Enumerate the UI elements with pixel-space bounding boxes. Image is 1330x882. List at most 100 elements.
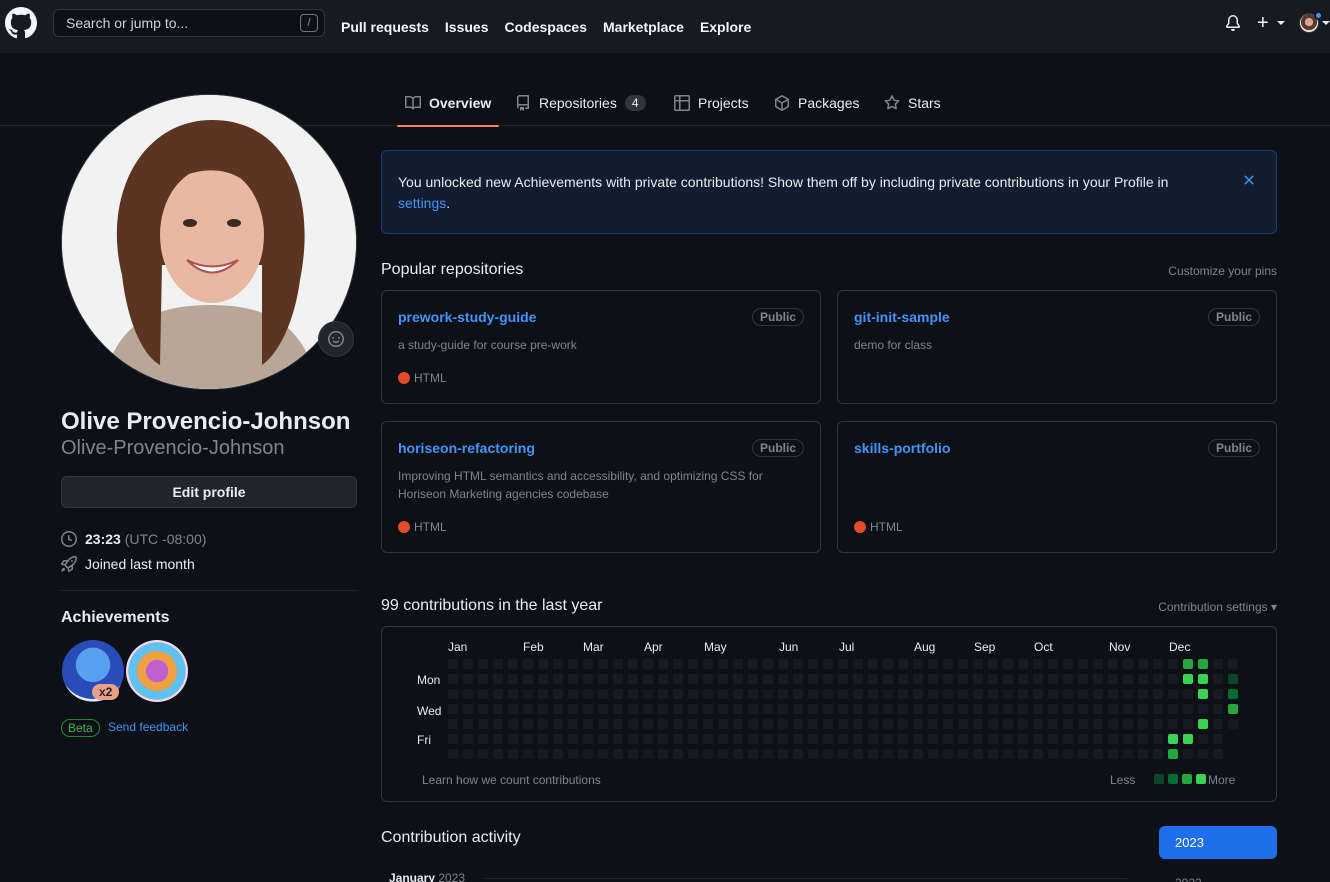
contribution-day-cell[interactable] [823, 674, 833, 684]
contribution-day-cell[interactable] [1078, 659, 1088, 669]
contribution-day-cell[interactable] [463, 719, 473, 729]
contribution-day-cell[interactable] [613, 719, 623, 729]
contribution-day-cell[interactable] [538, 734, 548, 744]
contribution-day-cell[interactable] [1213, 734, 1223, 744]
contribution-day-cell[interactable] [1063, 704, 1073, 714]
customize-pins-link[interactable]: Customize your pins [1168, 264, 1277, 278]
tab-packages[interactable]: Packages [774, 80, 859, 126]
contribution-day-cell[interactable] [1093, 674, 1103, 684]
contribution-day-cell[interactable] [1018, 704, 1028, 714]
contribution-day-cell[interactable] [583, 659, 593, 669]
contribution-day-cell[interactable] [553, 704, 563, 714]
contribution-day-cell[interactable] [1138, 749, 1148, 759]
contribution-day-cell[interactable] [733, 704, 743, 714]
contribution-day-cell[interactable] [898, 674, 908, 684]
contribution-day-cell[interactable] [523, 674, 533, 684]
contribution-day-cell[interactable] [538, 704, 548, 714]
contribution-day-cell[interactable] [1228, 704, 1238, 714]
contribution-day-cell[interactable] [973, 659, 983, 669]
contribution-day-cell[interactable] [748, 689, 758, 699]
contribution-day-cell[interactable] [1018, 689, 1028, 699]
contribution-day-cell[interactable] [853, 659, 863, 669]
contribution-day-cell[interactable] [1048, 659, 1058, 669]
contribution-day-cell[interactable] [1183, 749, 1193, 759]
contribution-day-cell[interactable] [853, 689, 863, 699]
contribution-day-cell[interactable] [448, 674, 458, 684]
contribution-day-cell[interactable] [838, 719, 848, 729]
contribution-day-cell[interactable] [1228, 689, 1238, 699]
contribution-day-cell[interactable] [928, 734, 938, 744]
contribution-day-cell[interactable] [478, 674, 488, 684]
contribution-day-cell[interactable] [583, 674, 593, 684]
contribution-day-cell[interactable] [1168, 734, 1178, 744]
contribution-day-cell[interactable] [943, 659, 953, 669]
contribution-day-cell[interactable] [538, 659, 548, 669]
contribution-day-cell[interactable] [658, 749, 668, 759]
contribution-day-cell[interactable] [568, 659, 578, 669]
contribution-day-cell[interactable] [688, 749, 698, 759]
contribution-day-cell[interactable] [778, 734, 788, 744]
contribution-day-cell[interactable] [1138, 719, 1148, 729]
contribution-day-cell[interactable] [1018, 719, 1028, 729]
search-input[interactable]: Search or jump to... / [53, 9, 325, 37]
contribution-day-cell[interactable] [763, 704, 773, 714]
contribution-day-cell[interactable] [1078, 734, 1088, 744]
contribution-day-cell[interactable] [1048, 704, 1058, 714]
contribution-day-cell[interactable] [943, 704, 953, 714]
contribution-day-cell[interactable] [703, 659, 713, 669]
contribution-day-cell[interactable] [688, 689, 698, 699]
contribution-day-cell[interactable] [688, 719, 698, 729]
contribution-day-cell[interactable] [778, 674, 788, 684]
contribution-day-cell[interactable] [928, 689, 938, 699]
nav-explore[interactable]: Explore [700, 19, 751, 35]
contribution-day-cell[interactable] [1033, 674, 1043, 684]
contribution-day-cell[interactable] [988, 659, 998, 669]
contribution-settings-dropdown[interactable]: Contribution settings ▾ [1158, 600, 1277, 614]
contribution-day-cell[interactable] [478, 689, 488, 699]
contribution-day-cell[interactable] [1033, 689, 1043, 699]
contribution-day-cell[interactable] [1138, 674, 1148, 684]
contribution-day-cell[interactable] [703, 704, 713, 714]
contribution-day-cell[interactable] [553, 734, 563, 744]
contribution-day-cell[interactable] [913, 659, 923, 669]
contribution-day-cell[interactable] [1213, 719, 1223, 729]
contribution-day-cell[interactable] [748, 659, 758, 669]
contribution-day-cell[interactable] [523, 704, 533, 714]
contribution-day-cell[interactable] [598, 734, 608, 744]
contribution-day-cell[interactable] [838, 704, 848, 714]
contribution-day-cell[interactable] [1123, 689, 1133, 699]
contribution-day-cell[interactable] [928, 749, 938, 759]
notifications-bell-icon[interactable] [1225, 15, 1241, 31]
contribution-day-cell[interactable] [958, 689, 968, 699]
contribution-day-cell[interactable] [688, 674, 698, 684]
contribution-day-cell[interactable] [1048, 734, 1058, 744]
contribution-day-cell[interactable] [838, 734, 848, 744]
contribution-day-cell[interactable] [673, 674, 683, 684]
tab-repositories[interactable]: Repositories 4 [515, 80, 646, 126]
contribution-day-cell[interactable] [538, 719, 548, 729]
contribution-day-cell[interactable] [1078, 704, 1088, 714]
contribution-day-cell[interactable] [1123, 719, 1133, 729]
contribution-day-cell[interactable] [1018, 674, 1028, 684]
contribution-day-cell[interactable] [1108, 704, 1118, 714]
contribution-day-cell[interactable] [448, 689, 458, 699]
contribution-day-cell[interactable] [463, 734, 473, 744]
contribution-day-cell[interactable] [1213, 689, 1223, 699]
contribution-day-cell[interactable] [883, 674, 893, 684]
contribution-day-cell[interactable] [1198, 674, 1208, 684]
contribution-day-cell[interactable] [838, 674, 848, 684]
contribution-day-cell[interactable] [793, 659, 803, 669]
repo-name-link[interactable]: horiseon-refactoring [398, 440, 535, 456]
contribution-day-cell[interactable] [898, 704, 908, 714]
contribution-day-cell[interactable] [733, 674, 743, 684]
contribution-day-cell[interactable] [973, 704, 983, 714]
contribution-day-cell[interactable] [928, 659, 938, 669]
contribution-day-cell[interactable] [1048, 719, 1058, 729]
contribution-day-cell[interactable] [1003, 704, 1013, 714]
contribution-day-cell[interactable] [718, 749, 728, 759]
contribution-day-cell[interactable] [628, 734, 638, 744]
contribution-day-cell[interactable] [628, 704, 638, 714]
contribution-day-cell[interactable] [688, 704, 698, 714]
contribution-day-cell[interactable] [913, 689, 923, 699]
contribution-day-cell[interactable] [1093, 689, 1103, 699]
